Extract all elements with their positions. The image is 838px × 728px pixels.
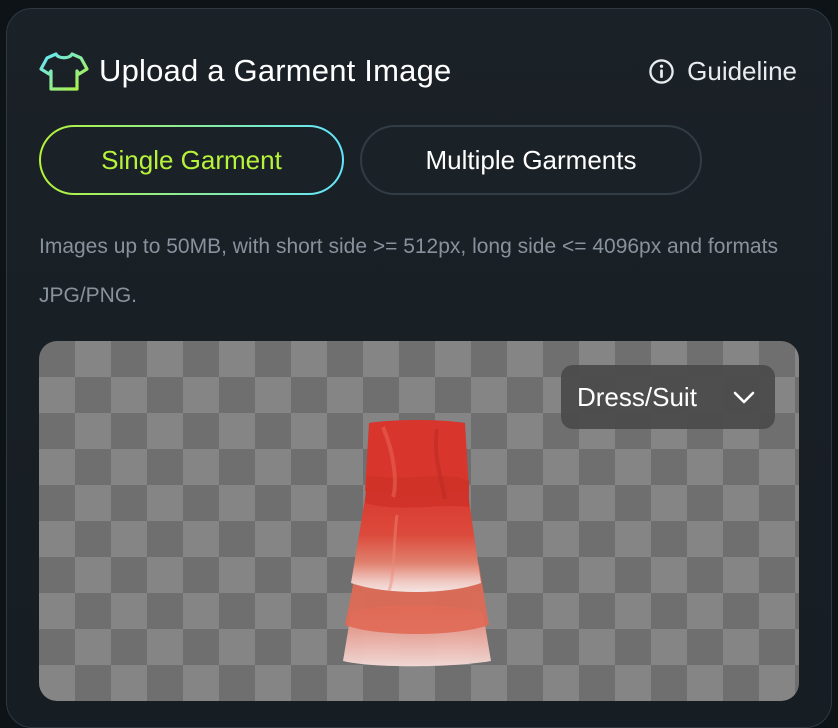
panel-header: Upload a Garment Image Guideline <box>39 49 797 93</box>
info-circle-icon <box>649 58 674 84</box>
garment-image <box>343 420 491 667</box>
garment-preview[interactable]: Dress/Suit <box>39 341 799 701</box>
page-title: Upload a Garment Image <box>99 53 452 88</box>
category-dropdown[interactable]: Dress/Suit <box>561 365 775 429</box>
tshirt-icon <box>39 52 89 91</box>
upload-garment-panel: Upload a Garment Image Guideline Single … <box>6 8 832 728</box>
guideline-label: Guideline <box>687 56 797 86</box>
chevron-down-icon <box>733 391 755 404</box>
upload-requirements-text: Images up to 50MB, with short side >= 51… <box>39 235 778 307</box>
tab-multiple-garments[interactable]: Multiple Garments <box>360 125 702 195</box>
category-selected-label: Dress/Suit <box>577 381 697 412</box>
tab-single-garment[interactable]: Single Garment <box>39 125 344 195</box>
guideline-link[interactable]: Guideline <box>648 53 797 89</box>
